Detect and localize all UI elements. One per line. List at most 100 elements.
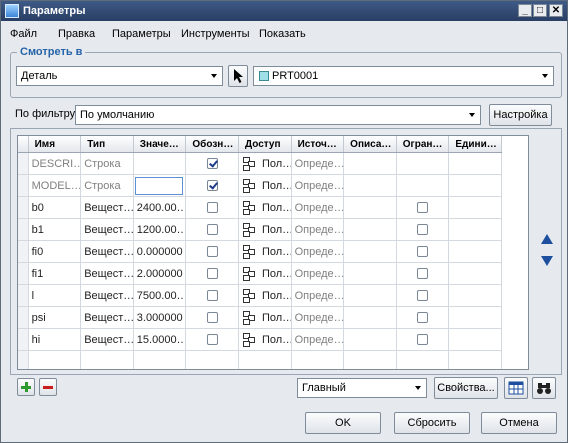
cell-name[interactable]: fi1 (28, 262, 82, 285)
cell-units[interactable] (448, 240, 502, 263)
cell-restricted[interactable] (396, 306, 450, 329)
setup-button[interactable]: Настройка (489, 104, 552, 126)
cell-designate[interactable] (185, 196, 239, 219)
cell-value[interactable]: 1200.00… (133, 218, 187, 241)
designate-checkbox[interactable] (206, 202, 218, 214)
table-row[interactable]: fi0 Вещест… 0.000000 Пол… Опреде… (18, 240, 502, 263)
row-gutter[interactable] (18, 218, 29, 241)
cell-type[interactable]: Строка (80, 152, 134, 175)
find-button[interactable] (532, 377, 556, 399)
column-header-value[interactable]: Значе… (133, 136, 187, 153)
restricted-checkbox[interactable] (417, 312, 429, 324)
cell-designate[interactable] (185, 152, 239, 175)
cell-source[interactable]: Опреде… (291, 240, 345, 263)
maximize-button[interactable]: □ (533, 4, 547, 17)
cell-type[interactable]: Вещест… (80, 196, 134, 219)
cell-type[interactable]: Вещест… (80, 284, 134, 307)
cell-type[interactable]: Вещест… (80, 218, 134, 241)
cell-source[interactable]: Опреде… (291, 152, 345, 175)
close-button[interactable]: ✕ (549, 4, 563, 17)
cell-value[interactable]: 2400.00… (133, 196, 187, 219)
cell-source[interactable]: Опреде… (291, 262, 345, 285)
cell-access[interactable]: Пол… (238, 284, 292, 307)
cell-restricted[interactable] (396, 218, 450, 241)
properties-button[interactable]: Свойства... (434, 377, 498, 399)
cell-name[interactable]: b1 (28, 218, 82, 241)
column-header-name[interactable]: Имя (28, 136, 82, 153)
cell-type[interactable]: Вещест… (80, 328, 134, 351)
table-row[interactable]: DESCRI… Строка Пол… Опреде… (18, 152, 502, 175)
cell-designate[interactable] (185, 306, 239, 329)
designate-checkbox[interactable] (206, 246, 218, 258)
row-gutter[interactable] (18, 196, 29, 219)
column-header-description[interactable]: Описа… (343, 136, 397, 153)
cell-access[interactable]: Пол… (238, 174, 292, 197)
cell-value[interactable]: 7500.00… (133, 284, 187, 307)
menu-edit[interactable]: Правка (58, 28, 95, 40)
designate-checkbox[interactable] (206, 334, 218, 346)
table-row[interactable]: l Вещест… 7500.00… Пол… Опреде… (18, 284, 502, 307)
cell-name[interactable]: b0 (28, 196, 82, 219)
cell-value[interactable]: 2.000000 (133, 262, 187, 285)
cell-designate[interactable] (185, 284, 239, 307)
cell-units[interactable] (448, 262, 502, 285)
cell-description[interactable] (343, 306, 397, 329)
row-gutter[interactable] (18, 284, 29, 307)
minimize-button[interactable]: _ (518, 4, 532, 17)
cell-source[interactable]: Опреде… (291, 284, 345, 307)
designate-checkbox[interactable] (206, 158, 218, 170)
menu-view[interactable]: Показать (259, 28, 306, 40)
reset-button[interactable]: Сбросить (394, 412, 470, 434)
model-select[interactable]: PRT0001 (253, 66, 554, 86)
cell-units[interactable] (448, 328, 502, 351)
add-parameter-button[interactable] (17, 378, 35, 396)
column-header-units[interactable]: Едини… (448, 136, 502, 153)
cell-source[interactable]: Опреде… (291, 328, 345, 351)
menu-parameters[interactable]: Параметры (112, 28, 171, 40)
table-row[interactable]: hi Вещест… 15.0000… Пол… Опреде… (18, 328, 502, 351)
cell-name[interactable]: l (28, 284, 82, 307)
cancel-button[interactable]: Отмена (481, 412, 557, 434)
cell-source[interactable]: Опреде… (291, 306, 345, 329)
cell-restricted[interactable] (396, 240, 450, 263)
table-row[interactable]: psi Вещест… 3.000000 Пол… Опреде… (18, 306, 502, 329)
row-gutter[interactable] (18, 174, 29, 197)
cell-restricted[interactable] (396, 328, 450, 351)
cell-description[interactable] (343, 174, 397, 197)
table-row[interactable]: MODEL… Строка Пол… Опреде… (18, 174, 502, 197)
row-gutter[interactable] (18, 240, 29, 263)
cell-designate[interactable] (185, 218, 239, 241)
cell-units[interactable] (448, 306, 502, 329)
cell-units[interactable] (448, 196, 502, 219)
cell-units[interactable] (448, 218, 502, 241)
cell-designate[interactable] (185, 240, 239, 263)
cell-type[interactable]: Вещест… (80, 262, 134, 285)
row-gutter[interactable] (18, 306, 29, 329)
remove-parameter-button[interactable] (39, 378, 57, 396)
cell-designate[interactable] (185, 174, 239, 197)
cell-description[interactable] (343, 196, 397, 219)
cell-restricted[interactable] (396, 284, 450, 307)
table-row[interactable]: b1 Вещест… 1200.00… Пол… Опреде… (18, 218, 502, 241)
restricted-checkbox[interactable] (417, 202, 429, 214)
restricted-checkbox[interactable] (417, 224, 429, 236)
cell-description[interactable] (343, 284, 397, 307)
cell-restricted[interactable] (396, 196, 450, 219)
row-gutter[interactable] (18, 152, 29, 175)
cell-access[interactable]: Пол… (238, 306, 292, 329)
restricted-checkbox[interactable] (417, 334, 429, 346)
cell-source[interactable]: Опреде… (291, 218, 345, 241)
cell-access[interactable]: Пол… (238, 262, 292, 285)
row-gutter[interactable] (18, 328, 29, 351)
restricted-checkbox[interactable] (417, 246, 429, 258)
cell-value[interactable]: 3.000000 (133, 306, 187, 329)
value-edit-field[interactable] (134, 176, 183, 195)
cell-name[interactable]: fi0 (28, 240, 82, 263)
cell-description[interactable] (343, 218, 397, 241)
table-row[interactable]: fi1 Вещест… 2.000000 Пол… Опреде… (18, 262, 502, 285)
cell-access[interactable]: Пол… (238, 196, 292, 219)
cell-value[interactable] (133, 152, 187, 175)
cell-name[interactable]: MODEL… (28, 174, 82, 197)
row-gutter[interactable] (18, 262, 29, 285)
cell-type[interactable]: Строка (80, 174, 134, 197)
